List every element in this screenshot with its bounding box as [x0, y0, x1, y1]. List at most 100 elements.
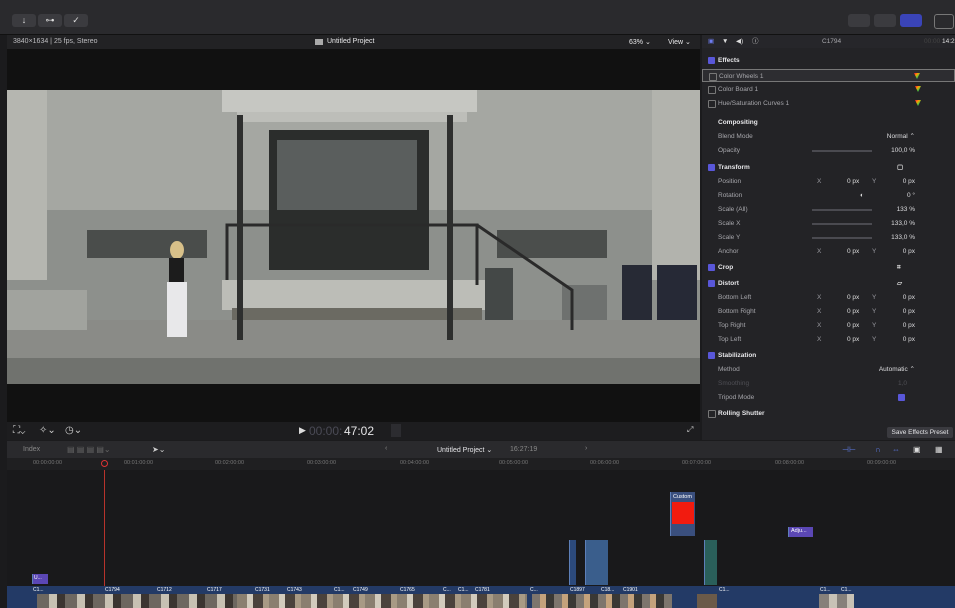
distort-checkbox[interactable]	[708, 280, 715, 287]
crop-checkbox[interactable]	[708, 264, 715, 271]
play-icon[interactable]: ▶	[299, 425, 306, 436]
scale-x-slider[interactable]	[812, 223, 872, 225]
connected-title-clip[interactable]: U...	[32, 574, 48, 584]
skimming-icon[interactable]: ⊣⊢	[842, 445, 856, 454]
timeline-project-title[interactable]: Untitled Project ⌄	[437, 446, 492, 454]
audio-skimming-icon[interactable]: ∩	[875, 445, 881, 454]
info-inspector-icon[interactable]: ⓘ	[752, 35, 759, 48]
clip-label: C1...	[458, 587, 469, 593]
scale-y-row[interactable]: Scale Y 133,0 %	[702, 231, 955, 244]
connected-clip[interactable]	[704, 540, 717, 585]
color-wheels-icon[interactable]	[914, 73, 920, 79]
clip-name: C1794	[822, 38, 842, 45]
viewer-header: 3840×1634 | 25 fps, Stereo Untitled Proj…	[7, 35, 700, 49]
stabilization-checkbox[interactable]	[708, 352, 715, 359]
index-button[interactable]: Index	[23, 446, 40, 453]
anchor-row[interactable]: Anchor X 0 px Y 0 px	[702, 245, 955, 258]
effect-row[interactable]: Color Wheels 1	[702, 69, 955, 82]
color-inspector-icon[interactable]: ▼	[722, 35, 728, 48]
timeline-toggle-icon[interactable]	[874, 14, 896, 27]
background-tasks-icon[interactable]: ✓	[64, 14, 88, 27]
distort-section[interactable]: Distort ▱	[702, 277, 955, 290]
keywords-icon[interactable]: ⊶	[38, 14, 62, 27]
distort-row[interactable]: Top Left X 0 px Y 0 px	[702, 333, 955, 346]
import-icon[interactable]: ↓	[12, 14, 36, 27]
scale-x-row[interactable]: Scale X 133,0 %	[702, 217, 955, 230]
effect-checkbox[interactable]	[708, 100, 716, 108]
speed-icon[interactable]: ◷⌄	[65, 425, 82, 436]
crop-section[interactable]: Crop ⌗	[702, 261, 955, 274]
fullscreen-icon[interactable]: ⤢	[687, 425, 693, 435]
distort-onscreen-icon[interactable]: ▱	[897, 277, 902, 290]
inspector-toggle-icon[interactable]	[900, 14, 922, 27]
clip-label: C...	[530, 587, 538, 593]
clip-label: C...	[443, 587, 451, 593]
connected-clip[interactable]	[569, 540, 576, 585]
view-menu[interactable]: View ⌄	[668, 38, 691, 46]
clip-label: C1...	[334, 587, 345, 593]
snapping-icon[interactable]: ▣	[913, 445, 921, 454]
stabilization-section[interactable]: Stabilization	[702, 349, 955, 362]
enhance-icon[interactable]: ✧⌄	[39, 425, 56, 436]
transform-onscreen-icon[interactable]: ▢	[897, 161, 903, 174]
select-tool-icon[interactable]: ➤⌄	[152, 445, 165, 454]
timecode: 47:02	[344, 424, 375, 438]
effect-row[interactable]: Color Board 1	[702, 83, 955, 96]
transport-bar: ⛶⌄ ✧⌄ ◷⌄ ▶ 00:00: 47:02 ⤢	[7, 422, 700, 440]
clip-appearance-icon[interactable]: ▦	[935, 445, 943, 454]
save-effects-preset-button[interactable]: Save Effects Preset	[887, 427, 953, 438]
position-row[interactable]: Position X 0 px Y 0 px	[702, 175, 955, 188]
scale-y-slider[interactable]	[812, 237, 872, 239]
transform-section[interactable]: Transform ▢	[702, 161, 955, 174]
connected-clip[interactable]	[585, 540, 608, 585]
effect-checkbox[interactable]	[709, 73, 717, 81]
rotation-dial-icon[interactable]: ◐	[860, 189, 864, 202]
timeline-ruler[interactable]: 00:00:00:00 00:01:00:00 00:02:00:00 00:0…	[7, 458, 955, 470]
primary-storyline[interactable]: C1... C1794 C1712 C1717 C1731 C1743 C1..…	[7, 586, 955, 608]
share-icon[interactable]	[934, 14, 954, 29]
solo-icon[interactable]: ⇔	[892, 445, 900, 454]
video-inspector-icon[interactable]: ▣	[708, 35, 714, 48]
opacity-row[interactable]: Opacity 100,0 %	[702, 144, 955, 157]
ruler-mark: 00:03:00:00	[307, 460, 337, 466]
distort-row[interactable]: Bottom Left X 0 px Y 0 px	[702, 291, 955, 304]
timeline-area[interactable]: Custom Adju... U... C1... C1794 C1712 C1…	[7, 470, 955, 608]
hue-saturation-icon[interactable]	[915, 100, 921, 106]
adjustment-clip[interactable]: Adju...	[788, 527, 813, 537]
transform-tool-icon[interactable]: ⛶⌄	[13, 425, 25, 436]
crop-onscreen-icon[interactable]: ⌗	[897, 261, 901, 274]
blend-mode-select[interactable]: Normal ⌃	[887, 130, 915, 143]
edit-tools-icon[interactable]: ▤ ▤ ▤ ▤⌄	[67, 445, 111, 454]
effects-checkbox[interactable]	[708, 57, 715, 64]
custom-generator-clip[interactable]: Custom	[670, 492, 695, 536]
tripod-row[interactable]: Tripod Mode	[702, 391, 955, 404]
rolling-shutter-section[interactable]: Rolling Shutter	[702, 407, 955, 420]
blend-mode-row[interactable]: Blend Mode Normal ⌃	[702, 130, 955, 143]
method-select[interactable]: Automatic ⌃	[879, 363, 915, 376]
playhead-icon[interactable]	[101, 460, 108, 467]
back-nav-icon[interactable]: ‹	[385, 445, 387, 452]
forward-nav-icon[interactable]: ›	[585, 445, 587, 452]
clip-label: C1901	[623, 587, 638, 593]
distort-row[interactable]: Bottom Right X 0 px Y 0 px	[702, 305, 955, 318]
tripod-checkbox[interactable]	[898, 394, 905, 401]
transform-checkbox[interactable]	[708, 164, 715, 171]
browser-toggle-icon[interactable]	[848, 14, 870, 27]
audio-inspector-icon[interactable]: ◀)	[736, 35, 743, 48]
ruler-mark: 00:06:00:00	[590, 460, 620, 466]
effect-row[interactable]: Hue/Saturation Curves 1	[702, 97, 955, 110]
clip-label: C1...	[841, 587, 852, 593]
opacity-slider[interactable]	[812, 150, 872, 152]
distort-row[interactable]: Top Right X 0 px Y 0 px	[702, 319, 955, 332]
method-row[interactable]: Method Automatic ⌃	[702, 363, 955, 376]
effect-checkbox[interactable]	[708, 86, 716, 94]
audio-meter-icon	[391, 424, 401, 437]
timeline-header: Index ▤ ▤ ▤ ▤⌄ ➤⌄ ‹ Untitled Project ⌄ 1…	[7, 441, 955, 458]
rotation-row[interactable]: Rotation ◐ 0 °	[702, 189, 955, 202]
effects-section[interactable]: Effects	[702, 54, 955, 67]
rolling-shutter-checkbox[interactable]	[708, 410, 716, 418]
color-board-icon[interactable]	[915, 86, 921, 92]
scale-all-slider[interactable]	[812, 209, 872, 211]
scale-all-row[interactable]: Scale (All) 133 %	[702, 203, 955, 216]
zoom-menu[interactable]: 63% ⌄	[629, 38, 651, 46]
